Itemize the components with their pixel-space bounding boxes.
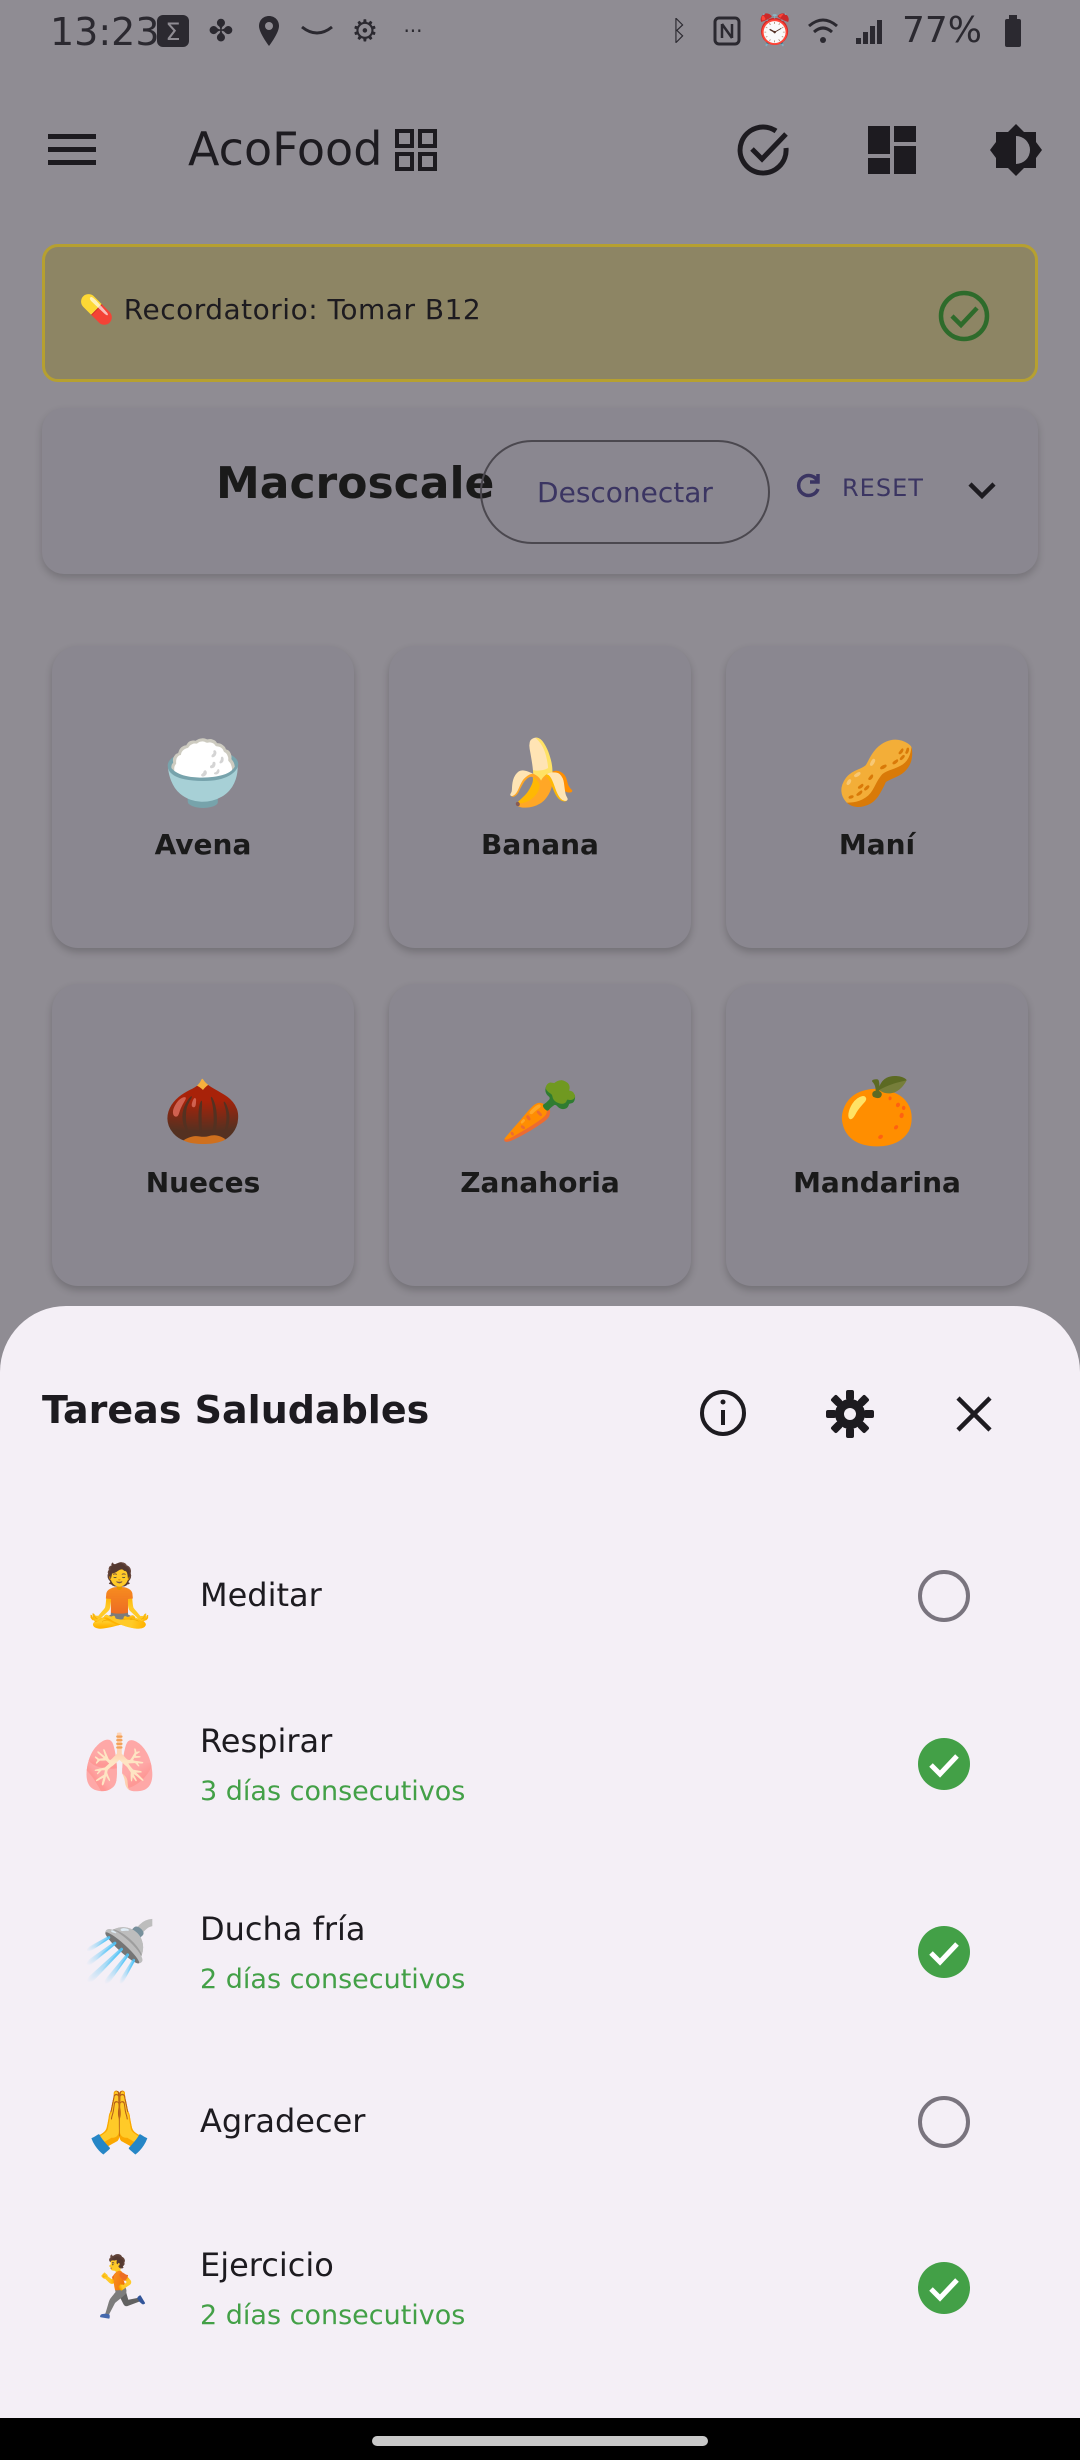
banana-icon: 🍌: [500, 737, 580, 811]
amazon-smile-icon: [300, 14, 334, 48]
status-time: 13:23: [50, 10, 160, 54]
task-label: Agradecer: [200, 2102, 366, 2140]
fan-icon: ✤: [208, 13, 234, 49]
scale-card: Macroscale Desconectar RESET: [42, 408, 1038, 574]
task-streak: 2 días consecutivos: [200, 1964, 466, 1995]
close-icon[interactable]: [952, 1392, 996, 1436]
task-row-respirar[interactable]: 🫁 Respirar 3 días consecutivos: [0, 1682, 1080, 1842]
unchecked-circle-icon[interactable]: [916, 2094, 972, 2150]
dashboard-icon[interactable]: [866, 124, 918, 176]
brightness-icon[interactable]: [988, 122, 1044, 178]
status-system-icons: ᛒ ⏰ 77%: [662, 10, 1030, 51]
healthy-tasks-sheet: Tareas Saludables 🧘 Meditar 🫁 Respirar 3…: [0, 1306, 1080, 2418]
task-row-ducha-fria[interactable]: 🚿 Ducha fría 2 días consecutivos: [0, 1870, 1080, 2030]
sheet-title: Tareas Saludables: [42, 1388, 430, 1432]
chestnut-icon: 🌰: [163, 1075, 243, 1149]
svg-text:Σ: Σ: [165, 18, 180, 46]
reminder-done-icon[interactable]: [937, 289, 991, 343]
scale-title: Macroscale: [216, 458, 495, 509]
task-streak: 3 días consecutivos: [200, 1776, 466, 1807]
bluetooth-icon: ᛒ: [670, 14, 688, 47]
menu-icon[interactable]: [44, 128, 100, 172]
task-row-meditar[interactable]: 🧘 Meditar: [0, 1514, 1080, 1674]
carrot-icon: 🥕: [500, 1075, 580, 1149]
folded-hands-icon: 🙏: [82, 2087, 157, 2157]
task-label: Meditar: [200, 1576, 322, 1614]
reminder-banner[interactable]: 💊 Recordatorio: Tomar B12: [42, 244, 1038, 382]
nfc-icon: [710, 14, 744, 48]
tangerine-icon: 🍊: [837, 1075, 917, 1149]
location-pin-icon: [252, 14, 286, 48]
settings-gear-status-icon: ⚙: [351, 13, 379, 49]
food-card-zanahoria[interactable]: 🥕 Zanahoria: [389, 984, 691, 1286]
reset-button[interactable]: RESET: [794, 470, 924, 506]
meditation-icon: 🧘: [82, 1561, 157, 1631]
food-card-mani[interactable]: 🥜 Maní: [726, 646, 1028, 948]
app-bar: AcoFood: [0, 100, 1080, 200]
task-label: Ejercicio: [200, 2246, 334, 2284]
status-notification-icons: Σ ✤ ⚙ ···: [156, 13, 430, 49]
food-label: Avena: [154, 828, 252, 861]
disconnect-button[interactable]: Desconectar: [480, 440, 770, 544]
food-label: Zanahoria: [460, 1166, 620, 1199]
food-label: Banana: [481, 828, 599, 861]
status-bar: 13:23 Σ ✤ ⚙ ··· ᛒ ⏰ 77%: [0, 0, 1080, 72]
food-card-banana[interactable]: 🍌 Banana: [389, 646, 691, 948]
food-card-mandarina[interactable]: 🍊 Mandarina: [726, 984, 1028, 1286]
shower-icon: 🚿: [82, 1917, 157, 1987]
reset-label: RESET: [842, 474, 924, 502]
battery-icon: [996, 14, 1030, 48]
sigma-app-icon: Σ: [156, 14, 190, 48]
food-label: Nueces: [145, 1166, 261, 1199]
food-label: Maní: [838, 828, 916, 861]
app-title: AcoFood: [188, 122, 383, 176]
rice-bowl-icon: 🍚: [163, 737, 243, 811]
home-gesture-handle[interactable]: [372, 2436, 708, 2446]
runner-icon: 🏃: [82, 2253, 157, 2323]
battery-percent: 77%: [901, 10, 982, 51]
gear-icon[interactable]: [824, 1388, 876, 1440]
wifi-icon: [806, 14, 840, 48]
cell-signal-icon: [854, 14, 888, 48]
food-label: Mandarina: [793, 1166, 961, 1199]
grid-view-icon[interactable]: [394, 128, 438, 172]
chevron-down-icon[interactable]: [962, 470, 1002, 510]
task-streak: 2 días consecutivos: [200, 2300, 466, 2331]
checked-circle-icon[interactable]: [916, 2260, 972, 2316]
food-card-nueces[interactable]: 🌰 Nueces: [52, 984, 354, 1286]
reminder-label: Recordatorio: Tomar B12: [123, 293, 482, 326]
checked-circle-icon[interactable]: [916, 1924, 972, 1980]
peanut-icon: 🥜: [837, 737, 917, 811]
checked-circle-icon[interactable]: [916, 1736, 972, 1792]
pill-icon: 💊: [79, 293, 115, 326]
refresh-icon: [794, 470, 824, 506]
task-label: Respirar: [200, 1722, 333, 1760]
unchecked-circle-icon[interactable]: [916, 1568, 972, 1624]
task-check-icon[interactable]: [736, 122, 792, 178]
food-card-avena[interactable]: 🍚 Avena: [52, 646, 354, 948]
info-icon[interactable]: [698, 1388, 748, 1438]
alarm-icon: ⏰: [756, 13, 794, 48]
reminder-text: 💊 Recordatorio: Tomar B12: [79, 293, 481, 326]
task-row-ejercicio[interactable]: 🏃 Ejercicio 2 días consecutivos: [0, 2206, 1080, 2366]
task-label: Ducha fría: [200, 1910, 366, 1948]
more-dots-icon: ···: [403, 19, 423, 43]
lungs-icon: 🫁: [82, 1729, 157, 1799]
task-row-agradecer[interactable]: 🙏 Agradecer: [0, 2040, 1080, 2200]
